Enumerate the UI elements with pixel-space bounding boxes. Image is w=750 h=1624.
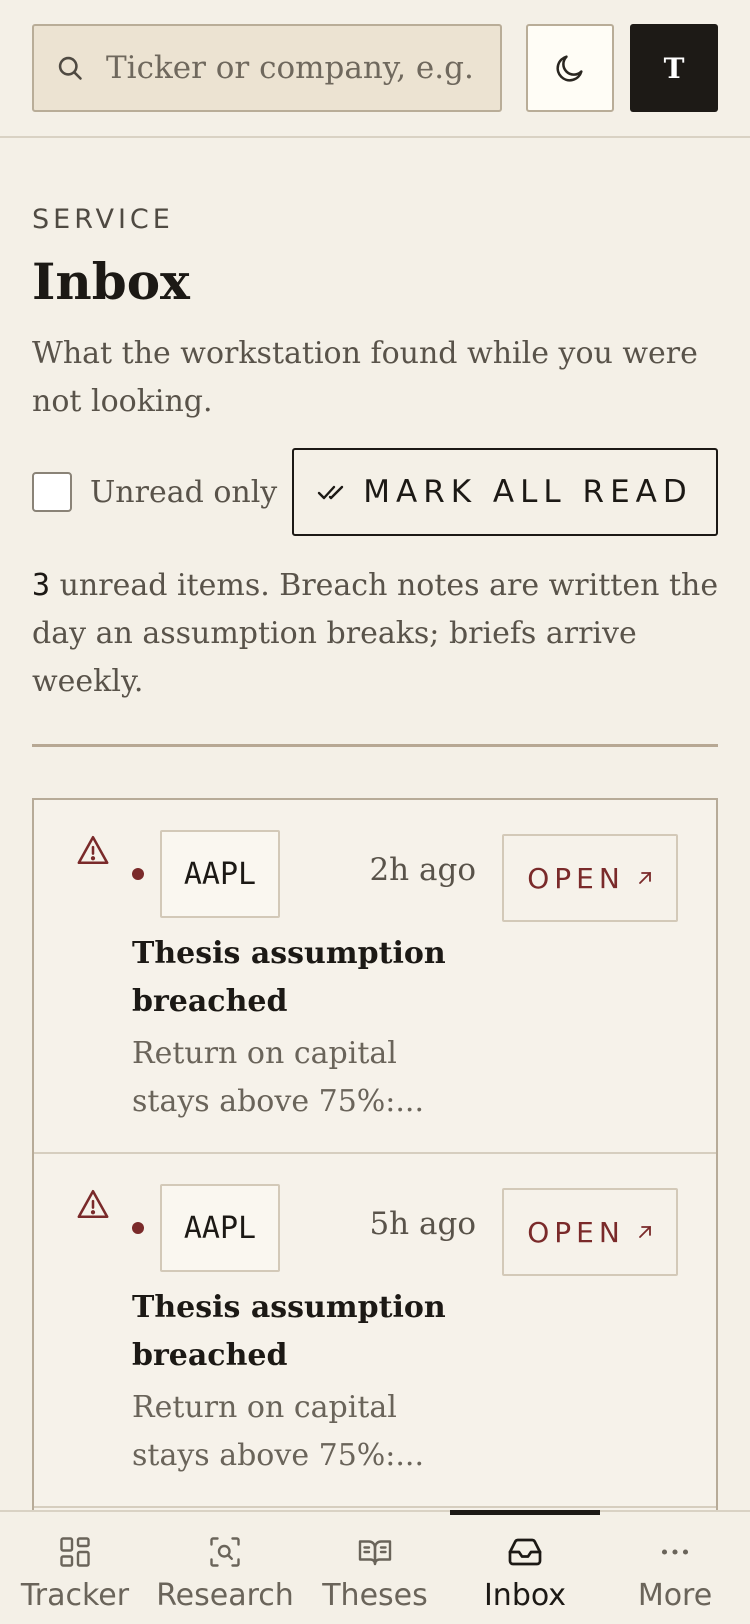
book-open-icon [358, 1540, 392, 1566]
moon-icon [556, 55, 583, 82]
tab-label: Tracker [20, 1578, 130, 1613]
inbox-item[interactable]: AAPL 5h ago OPEN Thesis assumption breac… [34, 1154, 716, 1508]
tab-research[interactable]: Research [150, 1512, 300, 1624]
tab-label: Inbox [483, 1578, 567, 1613]
item-timestamp: 5h ago [369, 1206, 476, 1242]
search-input[interactable] [106, 50, 476, 86]
more-dots-icon [661, 1549, 689, 1555]
avatar-initial: T [663, 51, 685, 85]
tab-label: Research [156, 1578, 294, 1613]
item-excerpt: Return on capital stays above 75%:... [132, 1390, 425, 1473]
arrow-up-right-icon [638, 1226, 651, 1238]
double-check-icon [318, 485, 344, 500]
item-headline: Thesis assumption breached [132, 1290, 446, 1373]
grid-icon [60, 1537, 90, 1567]
open-button[interactable]: OPEN [502, 1188, 678, 1276]
top-bar: T [0, 0, 750, 138]
open-button-label: OPEN [527, 1215, 625, 1249]
tab-inbox[interactable]: Inbox [450, 1510, 600, 1624]
ticker-badge[interactable]: AAPL [160, 1184, 280, 1272]
mark-all-read-button[interactable]: MARK ALL READ [292, 448, 718, 536]
search-icon [58, 56, 82, 80]
section-eyebrow: SERVICE [32, 204, 174, 235]
mark-all-read-label: MARK ALL READ [363, 474, 693, 510]
unread-summary-text: unread items. Breach notes are written t… [32, 568, 719, 699]
unread-count: 3 [32, 568, 51, 603]
tab-more[interactable]: More [600, 1512, 750, 1624]
warning-triangle-icon [77, 1189, 109, 1219]
ticker-badge[interactable]: AAPL [160, 830, 280, 918]
bottom-tab-bar: Tracker Research Theses Inbox More [0, 1510, 750, 1624]
item-excerpt: Return on capital stays above 75%:... [132, 1036, 425, 1119]
inbox-tray-icon [508, 1538, 542, 1566]
unread-summary: 3 unread items. Breach notes are written… [32, 562, 732, 706]
arrow-up-right-icon [638, 872, 651, 884]
item-headline: Thesis assumption breached [132, 936, 446, 1019]
tab-tracker[interactable]: Tracker [0, 1512, 150, 1624]
unread-only-label: Unread only [90, 474, 278, 510]
scan-search-icon [210, 1537, 240, 1567]
section-divider [32, 744, 718, 747]
unread-dot [132, 868, 144, 880]
unread-only-checkbox[interactable] [32, 472, 72, 512]
page-subtitle: What the workstation found while you wer… [32, 336, 698, 419]
avatar-button[interactable]: T [630, 24, 718, 112]
warning-triangle-icon [77, 835, 109, 865]
tab-label: More [637, 1578, 713, 1613]
tab-theses[interactable]: Theses [300, 1512, 450, 1624]
open-button[interactable]: OPEN [502, 834, 678, 922]
theme-toggle-button[interactable] [526, 24, 614, 112]
unread-dot [132, 1222, 144, 1234]
page-title: Inbox [32, 252, 190, 311]
inbox-item[interactable]: AAPL 2h ago OPEN Thesis assumption breac… [34, 800, 716, 1154]
unread-only-toggle[interactable]: Unread only [32, 470, 277, 514]
inbox-list: AAPL 2h ago OPEN Thesis assumption breac… [32, 798, 718, 1518]
item-timestamp: 2h ago [369, 852, 476, 888]
search-box[interactable] [32, 24, 502, 112]
open-button-label: OPEN [527, 861, 625, 895]
tab-label: Theses [322, 1578, 428, 1613]
